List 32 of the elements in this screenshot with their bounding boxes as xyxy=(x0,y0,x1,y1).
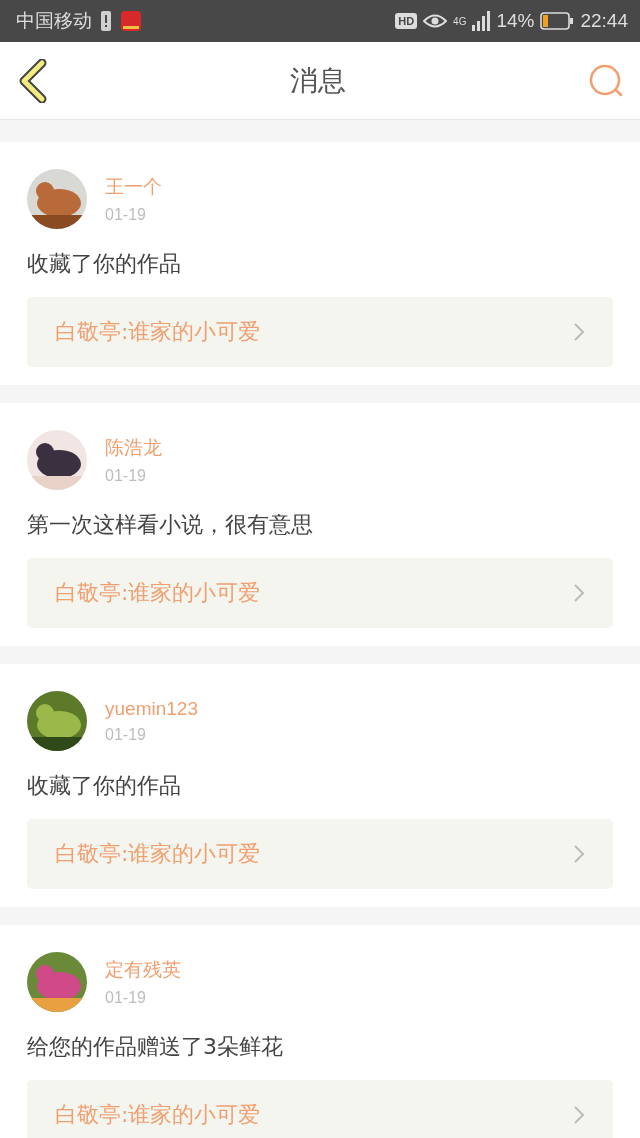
message-text: 第一次这样看小说，很有意思 xyxy=(27,511,314,539)
work-link[interactable]: 白敬亭:谁家的小可爱 xyxy=(27,819,613,889)
chevron-icon xyxy=(573,1105,585,1125)
battery-icon xyxy=(540,12,575,30)
back-button[interactable] xyxy=(18,58,48,103)
message-date: 01-19 xyxy=(105,206,147,224)
user-name[interactable]: 王一个 xyxy=(105,174,162,200)
work-link[interactable]: 白敬亭:谁家的小可爱 xyxy=(27,558,613,628)
user-name[interactable]: 定有残英 xyxy=(105,957,181,983)
chevron-icon xyxy=(573,844,585,864)
alert-icon xyxy=(100,10,112,32)
message-text: 给您的作品赠送了3朵鲜花 xyxy=(27,1033,284,1061)
signal-icon xyxy=(472,11,491,31)
message-date: 01-19 xyxy=(105,467,147,485)
user-name[interactable]: yuemin123 xyxy=(105,698,198,720)
battery-percent: 14% xyxy=(496,10,535,32)
carrier-label: 中国移动 xyxy=(16,9,92,33)
hd-badge: HD xyxy=(395,13,418,29)
message-text: 收藏了你的作品 xyxy=(27,250,182,278)
work-link[interactable]: 白敬亭:谁家的小可爱 xyxy=(27,297,613,367)
message-text: 收藏了你的作品 xyxy=(27,772,182,800)
user-name[interactable]: 陈浩龙 xyxy=(105,435,162,461)
message-date: 01-19 xyxy=(105,989,147,1007)
eye-icon xyxy=(423,12,448,30)
chevron-icon xyxy=(573,583,585,603)
page-title: 消息 xyxy=(290,62,346,99)
clock: 22:44 xyxy=(580,10,628,32)
network-label: 4G xyxy=(453,15,467,27)
work-link[interactable]: 白敬亭:谁家的小可爱 xyxy=(27,1080,613,1138)
message-date: 01-19 xyxy=(105,726,147,744)
chevron-icon xyxy=(573,322,585,342)
app-icon xyxy=(120,10,142,32)
